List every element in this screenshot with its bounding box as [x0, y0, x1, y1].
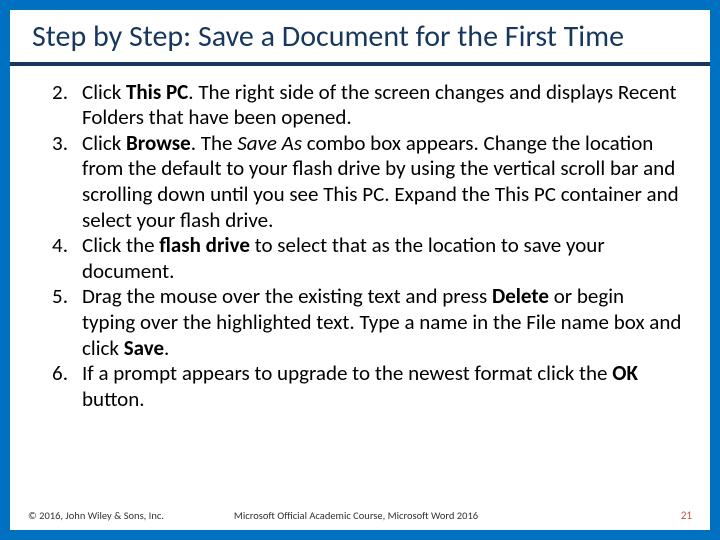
step-item: 5.Drag the mouse over the existing text …	[38, 284, 682, 361]
slide: Step by Step: Save a Document for the Fi…	[10, 10, 710, 530]
step-item: 3.Click Browse. The Save As combo box ap…	[38, 131, 682, 233]
step-text: Drag the mouse over the existing text an…	[82, 284, 682, 361]
step-number: 4.	[38, 233, 82, 284]
slide-title: Step by Step: Save a Document for the Fi…	[10, 10, 710, 66]
slide-content: 2.Click This PC. The right side of the s…	[10, 76, 710, 505]
step-number: 5.	[38, 284, 82, 361]
step-number: 2.	[38, 80, 82, 131]
step-item: 4.Click the flash drive to select that a…	[38, 233, 682, 284]
step-number: 6.	[38, 361, 82, 412]
footer-page-number: 21	[681, 509, 692, 522]
footer-copyright: © 2016, John Wiley & Sons, Inc.	[28, 509, 164, 522]
step-text: Click the flash drive to select that as …	[82, 233, 682, 284]
slide-footer: © 2016, John Wiley & Sons, Inc. Microsof…	[10, 505, 710, 530]
step-item: 2.Click This PC. The right side of the s…	[38, 80, 682, 131]
step-text: Click Browse. The Save As combo box appe…	[82, 131, 682, 233]
steps-list: 2.Click This PC. The right side of the s…	[38, 80, 682, 413]
footer-course: Microsoft Official Academic Course, Micr…	[164, 509, 681, 522]
step-number: 3.	[38, 131, 82, 233]
step-item: 6.If a prompt appears to upgrade to the …	[38, 361, 682, 412]
step-text: If a prompt appears to upgrade to the ne…	[82, 361, 682, 412]
step-text: Click This PC. The right side of the scr…	[82, 80, 682, 131]
